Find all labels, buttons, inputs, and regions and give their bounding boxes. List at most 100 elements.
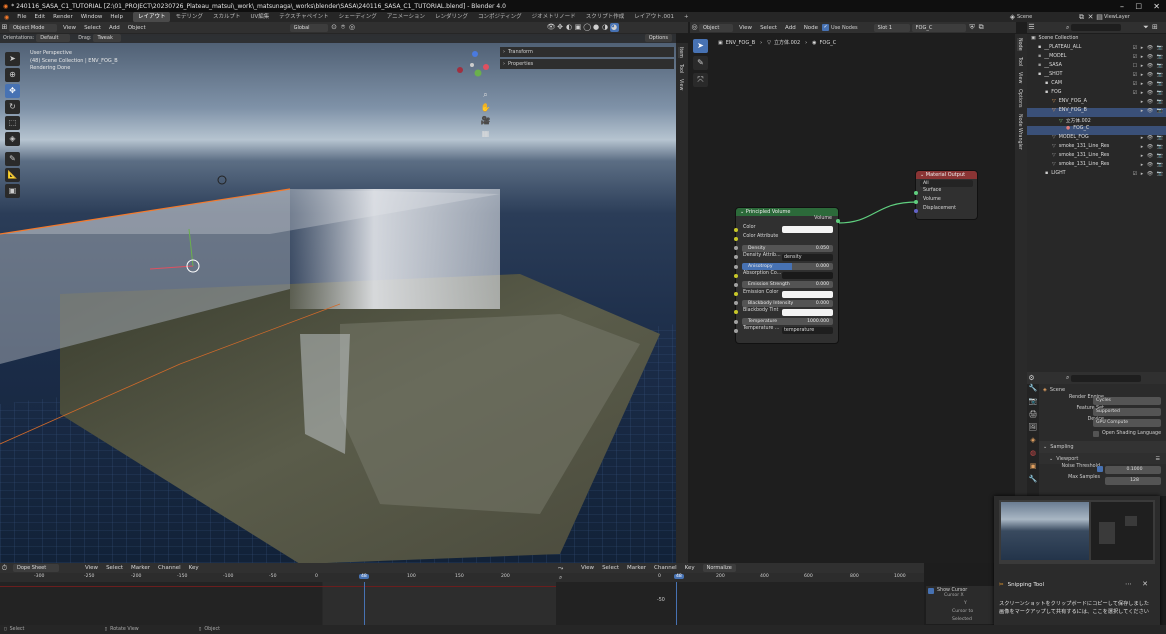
transform-panel[interactable]: › Transform (500, 47, 674, 57)
volume-socket[interactable] (914, 199, 918, 204)
outliner-row[interactable]: ▪ CAM ☑ ▸ 👁 📷 (1027, 81, 1166, 90)
tab-tool[interactable]: Tool (1017, 57, 1022, 66)
surface-socket[interactable] (914, 190, 918, 195)
close-button[interactable]: ✕ (1153, 2, 1160, 11)
snipping-tool-notification[interactable]: ✂ Snipping Tool ⋯ ✕ スクリーンショットをクリップボードにコピ… (994, 496, 1160, 626)
graph-editor[interactable]: ⤳ View Select Marker Channel Key Normali… (556, 563, 996, 625)
shading-rendered-icon[interactable]: ◕ (609, 23, 619, 32)
dope-menu-marker[interactable]: Marker (127, 565, 154, 571)
shader-type-dropdown[interactable]: Object (699, 23, 733, 32)
pv-value-field[interactable]: Emission Strength 0.000 (742, 281, 833, 289)
view-layer-tab-icon[interactable]: 🖼 (1027, 423, 1039, 436)
menu-item-render[interactable]: Render (49, 14, 77, 20)
viewport-menu-object[interactable]: Object (124, 25, 150, 31)
visibility-icon[interactable]: 👁 (547, 23, 556, 32)
new-collection-icon[interactable]: ⊞ (1150, 23, 1159, 32)
object-tab-icon[interactable]: ▣ (1027, 462, 1039, 475)
tab-view[interactable]: View (678, 79, 683, 90)
add-workspace-button[interactable]: + (679, 12, 694, 22)
noise-threshold-field[interactable]: 0.1000 (1105, 465, 1161, 474)
outliner-visibility-icons[interactable]: ☑ ▸ 👁 📷 (1133, 90, 1164, 96)
pv-input-socket[interactable] (734, 246, 738, 251)
outliner-row[interactable]: ▪ FOG ☑ ▸ 👁 📷 (1027, 90, 1166, 99)
pv-input-socket[interactable] (734, 319, 738, 324)
graph-menu-marker[interactable]: Marker (623, 565, 650, 571)
outliner[interactable]: ▣ Scene Collection ▪ __PLATEAU_ALL ☑ ▸ 👁 📷 ▪ _… (1027, 34, 1166, 372)
editor-type-icon[interactable]: ⚙ (1027, 374, 1036, 383)
graph-ruler[interactable]: ⌕ 0 48 200 400 600 800 1000 (556, 573, 924, 582)
pivot-icon[interactable]: ⊙ (330, 23, 339, 32)
shading-wire-icon[interactable]: ◯ (583, 23, 592, 32)
snap-icon[interactable]: ⌾ (339, 23, 348, 32)
dope-menu-key[interactable]: Key (185, 565, 203, 571)
outliner-row[interactable]: ▪ __PLATEAU_ALL ☑ ▸ 👁 📷 (1027, 45, 1166, 54)
viewport-menu-view[interactable]: View (59, 25, 80, 31)
outliner-row[interactable]: ▣ Scene Collection (1027, 36, 1166, 45)
tool-tab-icon[interactable]: 🔧 (1027, 384, 1039, 397)
mode-dropdown[interactable]: Object Mode (9, 23, 57, 32)
current-frame-indicator[interactable]: 48 (359, 574, 369, 579)
graph-menu-view[interactable]: View (577, 565, 598, 571)
outliner-row[interactable]: ▪ __SASA ☐ ▸ 👁 📷 (1027, 63, 1166, 72)
options-dropdown[interactable]: Options (644, 34, 672, 42)
transform-orientation-dropdown[interactable]: Global (289, 23, 328, 32)
principled-volume-node[interactable]: ⌄ Principled Volume Volume Color Color At… (734, 208, 840, 343)
outliner-visibility-icons[interactable]: ▸ 👁 📷 (1141, 153, 1164, 159)
move-tool[interactable]: ✥ (5, 84, 20, 98)
workspace-tab[interactable]: コンポジティング (473, 12, 527, 22)
node-menu-select[interactable]: Select (756, 25, 781, 31)
add-cube-tool[interactable]: ▣ (5, 184, 20, 198)
cursor-tool[interactable]: ⊕ (5, 68, 20, 82)
tab-view[interactable]: View (1017, 72, 1022, 83)
pan-hand-icon[interactable]: ✋ (479, 103, 492, 116)
outliner-row[interactable]: ▽ 立方体.002 (1027, 117, 1166, 126)
workspace-tab[interactable]: スクリプト作成 (581, 12, 630, 22)
pv-color-swatch[interactable] (782, 308, 833, 316)
pv-value-field[interactable]: Density 0.050 (742, 244, 833, 252)
osl-checkbox[interactable] (1093, 430, 1099, 437)
outliner-row[interactable]: ▽ MODEL_FOG ▸ 👁 📷 (1027, 135, 1166, 144)
editor-type-icon[interactable]: ◎ (690, 23, 699, 32)
rotate-tool[interactable]: ↻ (5, 100, 20, 114)
noise-threshold-checkbox[interactable] (1097, 466, 1103, 472)
viewport-menu-add[interactable]: Add (105, 25, 124, 31)
editor-type-icon[interactable]: ☰ (1027, 23, 1036, 32)
dope-sheet-mode-dropdown[interactable]: Dope Sheet (13, 564, 59, 572)
viewlayer-name[interactable]: ViewLayer (1104, 14, 1164, 20)
outliner-visibility-icons[interactable]: ▸ 👁 📷 (1141, 108, 1164, 114)
dope-sheet-ruler[interactable]: -300 -250 -200 -150 -100 -50 0 48 100 150 200 (0, 573, 556, 582)
workspace-tab[interactable]: シェーディング (334, 12, 382, 22)
outliner-visibility-icons[interactable]: ☑ ▸ 👁 📷 (1133, 81, 1164, 87)
displacement-socket[interactable] (914, 208, 918, 213)
ortho-grid-icon[interactable]: ▦ (479, 129, 492, 142)
snip-more-icon[interactable]: ⋯ (1125, 580, 1132, 588)
world-tab-icon[interactable]: ◍ (1027, 449, 1039, 462)
pv-attribute-field[interactable]: density (782, 253, 833, 261)
outliner-row[interactable]: ▽ smoke_131_Line_Res ▸ 👁 📷 (1027, 144, 1166, 153)
outliner-row[interactable]: ▪ __SHOT ☑ ▸ 👁 📷 (1027, 72, 1166, 81)
dope-menu-view[interactable]: View (81, 565, 102, 571)
outliner-visibility-icons[interactable]: ▸ 👁 📷 (1141, 99, 1164, 105)
proportional-icon[interactable]: ◎ (348, 23, 357, 32)
tab-item[interactable]: Item (678, 47, 683, 58)
tab-options[interactable]: Options (1017, 89, 1022, 108)
workspace-tab[interactable]: レイアウト.001 (629, 12, 679, 22)
volume-output-socket[interactable] (836, 218, 840, 223)
device-dropdown[interactable]: GPU Compute (1093, 418, 1161, 427)
scene-name[interactable]: Scene (1017, 14, 1077, 20)
pv-input-socket[interactable] (734, 310, 738, 315)
transform-tool[interactable]: ◈ (5, 132, 20, 146)
output-tab-icon[interactable]: 🖨 (1027, 410, 1039, 423)
max-samples-field[interactable]: 128 (1105, 476, 1161, 485)
outliner-visibility-icons[interactable]: ▸ 👁 📷 (1141, 162, 1164, 168)
gizmo-icon[interactable]: ✥ (556, 23, 565, 32)
pv-input-socket[interactable] (734, 292, 738, 297)
outliner-row[interactable]: ▽ smoke_131_Line_Res ▸ 👁 📷 (1027, 153, 1166, 162)
graph-menu-select[interactable]: Select (598, 565, 623, 571)
filter-icon[interactable]: ⏷ (1141, 23, 1150, 32)
workspace-tab[interactable]: スカルプト (208, 12, 246, 22)
workspace-tab[interactable]: レンダリング (430, 12, 473, 22)
pv-color-swatch[interactable] (782, 290, 833, 298)
graph-menu-channel[interactable]: Channel (650, 565, 681, 571)
close-icon[interactable]: ✕ (1086, 13, 1095, 22)
